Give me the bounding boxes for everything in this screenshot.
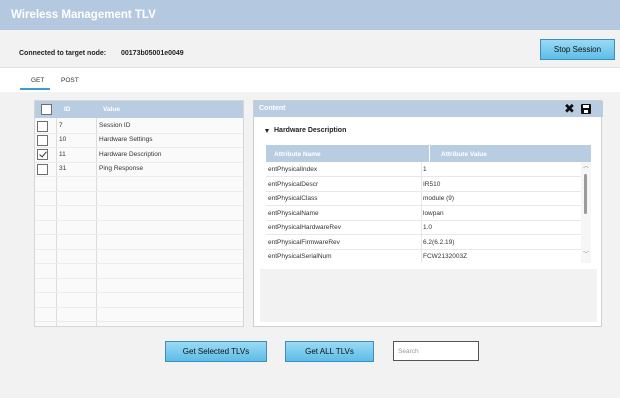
row-divider [35,133,243,134]
scrollbar-thumb[interactable] [584,174,587,214]
row-divider [35,162,243,163]
row-divider [266,191,581,192]
content-empty-area [260,269,597,322]
vertical-scrollbar[interactable]: ︿ ﹀ [581,162,591,263]
value-column-header: Value [103,106,120,113]
row-divider [35,205,243,206]
section-title: Hardware Description [274,127,347,134]
scroll-down-icon[interactable]: ﹀ [583,252,589,258]
get-all-tlvs-button[interactable]: Get ALL TLVs [285,341,374,362]
scroll-up-icon[interactable]: ︿ [583,164,589,170]
row-divider [266,234,581,235]
row-value: Hardware Description [99,151,162,158]
save-icon[interactable] [581,104,591,114]
row-divider [35,191,243,192]
attribute-name: entPhysicalDescr [268,181,319,188]
row-divider [35,220,243,221]
row-divider [35,307,243,308]
row-checkbox[interactable] [37,121,48,132]
tlv-list-panel: ID Value 7 Session ID 10 Hardware Settin… [34,100,244,327]
search-input[interactable] [393,341,479,361]
attribute-value: module (9) [423,195,455,202]
row-id: 7 [59,122,63,129]
attribute-table-header: Attribute Name Attribute Value [266,145,591,162]
column-divider [96,101,97,326]
row-divider [35,249,243,250]
row-checkbox[interactable] [37,135,48,146]
attribute-name: entPhysicalSerialNum [268,253,332,260]
row-value: Ping Response [99,165,144,172]
column-divider [421,162,422,263]
row-id: 31 [59,165,67,172]
attribute-value: IR510 [423,181,441,188]
collapse-arrow-icon[interactable] [265,129,269,133]
row-divider [35,278,243,279]
content-panel: Content ✖ Hardware Description Attribute… [253,100,603,327]
connection-label: Connected to target node: [19,50,107,57]
id-column-header: ID [64,106,71,113]
row-id: 11 [59,151,66,158]
close-icon[interactable]: ✖ [564,102,575,116]
attribute-value: 1.0 [423,224,433,231]
attribute-name: entPhysicalIndex [268,166,318,173]
row-divider [266,176,581,177]
tab-bar: GET POST [0,67,620,92]
get-selected-tlvs-button[interactable]: Get Selected TLVs [165,341,267,362]
row-divider [35,176,243,177]
content-header: Content ✖ [254,101,603,117]
row-divider [35,321,243,322]
target-node-id: 00173b05001e0049 [121,50,184,57]
row-value: Session ID [99,122,131,129]
attribute-value: 6.2(6.2.19) [423,239,455,246]
row-checkbox[interactable] [37,164,48,175]
attribute-value: 1 [423,166,427,173]
title-bar: Wireless Management TLV [0,0,620,30]
row-id: 10 [59,136,67,143]
attribute-name: entPhysicalClass [268,195,318,202]
stop-session-button[interactable]: Stop Session [540,39,615,60]
row-checkbox[interactable] [37,149,48,160]
attribute-name: entPhysicalName [268,210,319,217]
row-divider [266,249,581,250]
attribute-name: entPhysicalHardwareRev [268,224,341,231]
select-all-checkbox[interactable] [41,104,52,115]
row-divider [35,234,243,235]
window-title: Wireless Management TLV [11,9,156,21]
column-divider [56,101,57,326]
row-value: Hardware Settings [99,136,153,143]
attribute-value-header: Attribute Value [441,151,487,158]
tlv-list-header: ID Value [35,101,243,118]
tab-post[interactable]: POST [61,77,79,84]
row-divider [35,147,243,148]
attribute-value: lowpan [423,210,444,217]
row-divider [266,220,581,221]
row-divider [35,263,243,264]
tab-get[interactable]: GET [31,77,44,84]
attribute-value: FCW2132003Z [423,253,468,260]
active-tab-indicator [20,88,50,90]
row-divider [35,292,243,293]
attribute-name: entPhysicalFirmwareRev [268,239,340,246]
header-divider [429,145,430,162]
row-divider [266,205,581,206]
attribute-table: Attribute Name Attribute Value entPhysic… [266,145,591,263]
attribute-name-header: Attribute Name [274,151,321,158]
content-title: Content [259,105,286,112]
